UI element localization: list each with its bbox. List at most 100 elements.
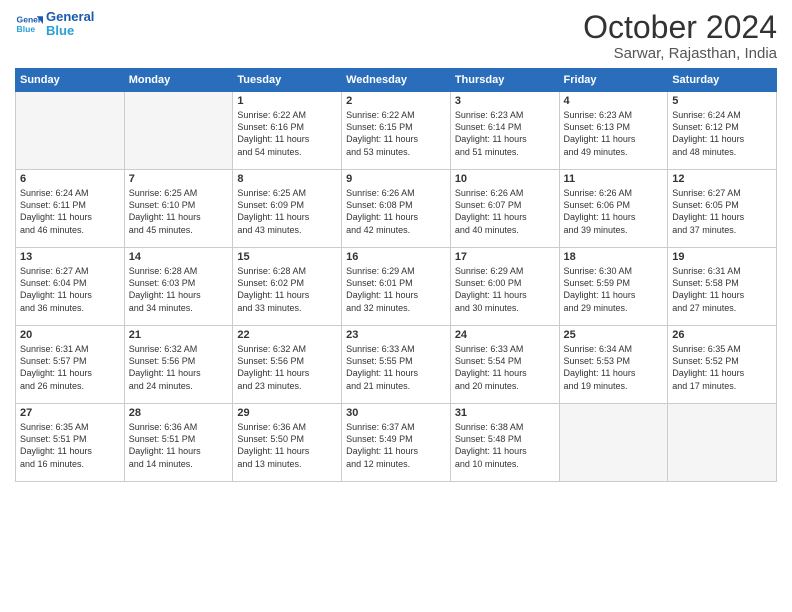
day-number: 20 bbox=[20, 329, 120, 341]
calendar-cell: 26 Sunrise: 6:35 AM Sunset: 5:52 PM Dayli… bbox=[668, 326, 777, 404]
day-info: Sunrise: 6:24 AM Sunset: 6:12 PM Dayligh… bbox=[672, 109, 772, 158]
weekday-header-tuesday: Tuesday bbox=[233, 69, 342, 92]
day-info: Sunrise: 6:26 AM Sunset: 6:06 PM Dayligh… bbox=[564, 187, 664, 236]
week-row-3: 13 Sunrise: 6:27 AM Sunset: 6:04 PM Dayli… bbox=[16, 248, 777, 326]
day-info: Sunrise: 6:25 AM Sunset: 6:10 PM Dayligh… bbox=[129, 187, 229, 236]
day-number: 26 bbox=[672, 329, 772, 341]
day-info: Sunrise: 6:31 AM Sunset: 5:58 PM Dayligh… bbox=[672, 265, 772, 314]
calendar-cell: 19 Sunrise: 6:31 AM Sunset: 5:58 PM Dayli… bbox=[668, 248, 777, 326]
day-number: 21 bbox=[129, 329, 229, 341]
calendar-cell: 31 Sunrise: 6:38 AM Sunset: 5:48 PM Dayli… bbox=[450, 404, 559, 482]
weekday-header-row: SundayMondayTuesdayWednesdayThursdayFrid… bbox=[16, 69, 777, 92]
calendar-cell: 7 Sunrise: 6:25 AM Sunset: 6:10 PM Daylig… bbox=[124, 170, 233, 248]
day-number: 18 bbox=[564, 251, 664, 263]
day-info: Sunrise: 6:26 AM Sunset: 6:08 PM Dayligh… bbox=[346, 187, 446, 236]
day-number: 3 bbox=[455, 95, 555, 107]
day-number: 10 bbox=[455, 173, 555, 185]
calendar-cell: 21Sunrise: 6:32 AM Sunset: 5:56 PM Dayli… bbox=[124, 326, 233, 404]
day-info: Sunrise: 6:29 AM Sunset: 6:00 PM Dayligh… bbox=[455, 265, 555, 314]
week-row-1: 1 Sunrise: 6:22 AM Sunset: 6:16 PM Daylig… bbox=[16, 92, 777, 170]
location-title: Sarwar, Rajasthan, India bbox=[583, 45, 777, 62]
calendar-cell: 3 Sunrise: 6:23 AM Sunset: 6:14 PM Daylig… bbox=[450, 92, 559, 170]
calendar-cell: 27 Sunrise: 6:35 AM Sunset: 5:51 PM Dayli… bbox=[16, 404, 125, 482]
day-number: 27 bbox=[20, 407, 120, 419]
logo-text-general: General bbox=[46, 10, 94, 24]
calendar-cell: 28 Sunrise: 6:36 AM Sunset: 5:51 PM Dayli… bbox=[124, 404, 233, 482]
title-block: October 2024 Sarwar, Rajasthan, India bbox=[583, 10, 777, 62]
week-row-5: 27 Sunrise: 6:35 AM Sunset: 5:51 PM Dayli… bbox=[16, 404, 777, 482]
day-number: 19 bbox=[672, 251, 772, 263]
calendar-cell: 29 Sunrise: 6:36 AM Sunset: 5:50 PM Dayli… bbox=[233, 404, 342, 482]
day-info: Sunrise: 6:36 AM Sunset: 5:51 PM Dayligh… bbox=[129, 421, 229, 470]
day-number: 14 bbox=[129, 251, 229, 263]
day-number: 28 bbox=[129, 407, 229, 419]
weekday-header-saturday: Saturday bbox=[668, 69, 777, 92]
day-number: 11 bbox=[564, 173, 664, 185]
day-number: 31 bbox=[455, 407, 555, 419]
day-number: 6 bbox=[20, 173, 120, 185]
day-info: Sunrise: 6:33 AM Sunset: 5:54 PM Dayligh… bbox=[455, 343, 555, 392]
day-info: Sunrise: 6:31 AM Sunset: 5:57 PM Dayligh… bbox=[20, 343, 120, 392]
day-info: Sunrise: 6:30 AM Sunset: 5:59 PM Dayligh… bbox=[564, 265, 664, 314]
day-info: Sunrise: 6:29 AM Sunset: 6:01 PM Dayligh… bbox=[346, 265, 446, 314]
day-info: Sunrise: 6:27 AM Sunset: 6:05 PM Dayligh… bbox=[672, 187, 772, 236]
day-number: 13 bbox=[20, 251, 120, 263]
day-info: Sunrise: 6:22 AM Sunset: 6:16 PM Dayligh… bbox=[237, 109, 337, 158]
calendar-cell: 23Sunrise: 6:33 AM Sunset: 5:55 PM Dayli… bbox=[342, 326, 451, 404]
day-number: 2 bbox=[346, 95, 446, 107]
day-info: Sunrise: 6:28 AM Sunset: 6:02 PM Dayligh… bbox=[237, 265, 337, 314]
day-number: 1 bbox=[237, 95, 337, 107]
day-info: Sunrise: 6:27 AM Sunset: 6:04 PM Dayligh… bbox=[20, 265, 120, 314]
logo: General Blue General Blue bbox=[15, 10, 94, 39]
calendar-cell: 1 Sunrise: 6:22 AM Sunset: 6:16 PM Daylig… bbox=[233, 92, 342, 170]
calendar-cell: 6 Sunrise: 6:24 AM Sunset: 6:11 PM Daylig… bbox=[16, 170, 125, 248]
calendar-cell: 4Sunrise: 6:23 AM Sunset: 6:13 PM Daylig… bbox=[559, 92, 668, 170]
day-number: 30 bbox=[346, 407, 446, 419]
week-row-2: 6 Sunrise: 6:24 AM Sunset: 6:11 PM Daylig… bbox=[16, 170, 777, 248]
day-info: Sunrise: 6:26 AM Sunset: 6:07 PM Dayligh… bbox=[455, 187, 555, 236]
day-number: 24 bbox=[455, 329, 555, 341]
day-info: Sunrise: 6:25 AM Sunset: 6:09 PM Dayligh… bbox=[237, 187, 337, 236]
calendar-cell: 10 Sunrise: 6:26 AM Sunset: 6:07 PM Dayli… bbox=[450, 170, 559, 248]
calendar-cell: 2 Sunrise: 6:22 AM Sunset: 6:15 PM Daylig… bbox=[342, 92, 451, 170]
calendar-cell bbox=[124, 92, 233, 170]
calendar-cell: 30Sunrise: 6:37 AM Sunset: 5:49 PM Dayli… bbox=[342, 404, 451, 482]
day-info: Sunrise: 6:23 AM Sunset: 6:14 PM Dayligh… bbox=[455, 109, 555, 158]
day-number: 7 bbox=[129, 173, 229, 185]
calendar-cell: 20 Sunrise: 6:31 AM Sunset: 5:57 PM Dayli… bbox=[16, 326, 125, 404]
calendar-cell: 15 Sunrise: 6:28 AM Sunset: 6:02 PM Dayli… bbox=[233, 248, 342, 326]
calendar-cell: 16Sunrise: 6:29 AM Sunset: 6:01 PM Dayli… bbox=[342, 248, 451, 326]
day-number: 12 bbox=[672, 173, 772, 185]
day-info: Sunrise: 6:22 AM Sunset: 6:15 PM Dayligh… bbox=[346, 109, 446, 158]
weekday-header-sunday: Sunday bbox=[16, 69, 125, 92]
weekday-header-friday: Friday bbox=[559, 69, 668, 92]
day-number: 23 bbox=[346, 329, 446, 341]
day-info: Sunrise: 6:36 AM Sunset: 5:50 PM Dayligh… bbox=[237, 421, 337, 470]
day-info: Sunrise: 6:35 AM Sunset: 5:52 PM Dayligh… bbox=[672, 343, 772, 392]
weekday-header-wednesday: Wednesday bbox=[342, 69, 451, 92]
calendar-cell: 5Sunrise: 6:24 AM Sunset: 6:12 PM Daylig… bbox=[668, 92, 777, 170]
calendar-cell: 18 Sunrise: 6:30 AM Sunset: 5:59 PM Dayli… bbox=[559, 248, 668, 326]
day-number: 8 bbox=[237, 173, 337, 185]
day-info: Sunrise: 6:35 AM Sunset: 5:51 PM Dayligh… bbox=[20, 421, 120, 470]
day-info: Sunrise: 6:32 AM Sunset: 5:56 PM Dayligh… bbox=[237, 343, 337, 392]
day-info: Sunrise: 6:34 AM Sunset: 5:53 PM Dayligh… bbox=[564, 343, 664, 392]
header: General Blue General Blue October 2024 S… bbox=[15, 10, 777, 62]
calendar-cell bbox=[16, 92, 125, 170]
calendar-cell bbox=[668, 404, 777, 482]
svg-text:Blue: Blue bbox=[17, 24, 36, 34]
day-number: 29 bbox=[237, 407, 337, 419]
day-info: Sunrise: 6:24 AM Sunset: 6:11 PM Dayligh… bbox=[20, 187, 120, 236]
calendar-cell: 25Sunrise: 6:34 AM Sunset: 5:53 PM Dayli… bbox=[559, 326, 668, 404]
calendar-cell: 9 Sunrise: 6:26 AM Sunset: 6:08 PM Daylig… bbox=[342, 170, 451, 248]
calendar-cell: 12 Sunrise: 6:27 AM Sunset: 6:05 PM Dayli… bbox=[668, 170, 777, 248]
day-info: Sunrise: 6:38 AM Sunset: 5:48 PM Dayligh… bbox=[455, 421, 555, 470]
day-info: Sunrise: 6:28 AM Sunset: 6:03 PM Dayligh… bbox=[129, 265, 229, 314]
logo-text-blue: Blue bbox=[46, 24, 94, 38]
day-number: 15 bbox=[237, 251, 337, 263]
week-row-4: 20 Sunrise: 6:31 AM Sunset: 5:57 PM Dayli… bbox=[16, 326, 777, 404]
calendar-cell: 17Sunrise: 6:29 AM Sunset: 6:00 PM Dayli… bbox=[450, 248, 559, 326]
day-number: 22 bbox=[237, 329, 337, 341]
day-number: 9 bbox=[346, 173, 446, 185]
page-container: General Blue General Blue October 2024 S… bbox=[0, 0, 792, 487]
